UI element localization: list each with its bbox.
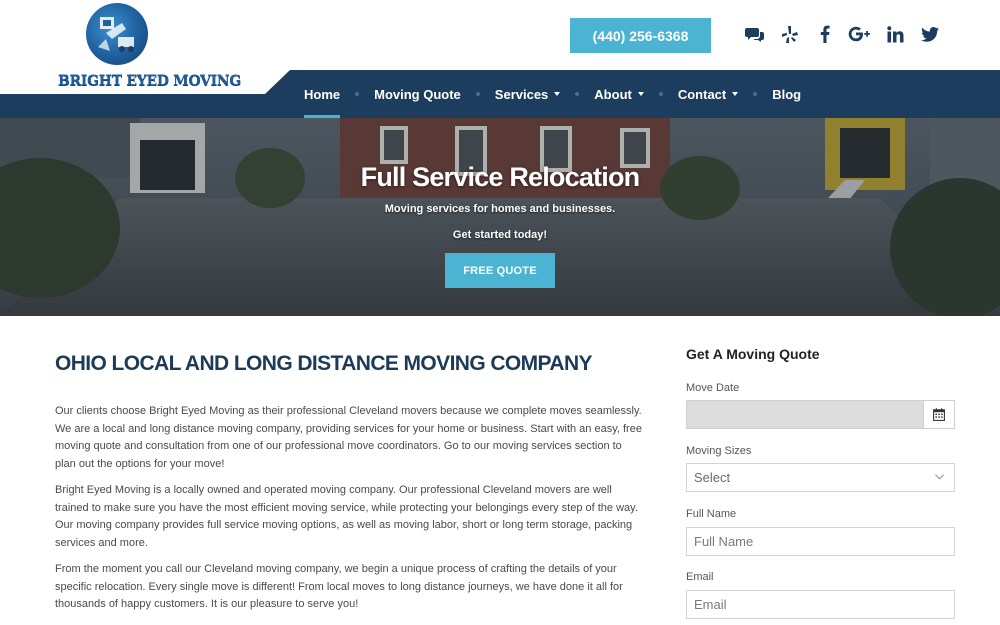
calendar-button[interactable] bbox=[923, 400, 955, 429]
nav-home[interactable]: Home bbox=[300, 70, 344, 118]
hero-title: Full Service Relocation bbox=[360, 162, 641, 192]
about-paragraph: Bright Eyed Moving is a locally owned an… bbox=[55, 484, 638, 550]
full-name-label: Full Name bbox=[686, 508, 737, 520]
hero-cta-text: Get started today! bbox=[452, 229, 548, 241]
moving-sizes-label: Moving Sizes bbox=[686, 445, 752, 457]
logo-emblem bbox=[86, 3, 148, 65]
caret-down-icon bbox=[554, 92, 561, 96]
moving-sizes-value: Select bbox=[694, 470, 731, 485]
nav-services[interactable]: Services bbox=[491, 70, 565, 118]
nav-contact[interactable]: Contact bbox=[674, 70, 742, 118]
page-title: OHIO LOCAL AND LONG DISTANCE MOVING COMP… bbox=[55, 352, 593, 375]
facebook-icon[interactable] bbox=[817, 22, 833, 46]
process-paragraph: From the moment you call our Cleveland m… bbox=[55, 563, 623, 611]
linkedin-icon[interactable] bbox=[885, 22, 905, 46]
chevron-down-icon bbox=[935, 474, 944, 480]
nav-about[interactable]: About bbox=[590, 70, 648, 118]
site-header: BRIGHT EYED MOVING (440) 256-6368 Home M… bbox=[0, 0, 1000, 118]
google-plus-icon[interactable] bbox=[847, 22, 873, 46]
move-date-label: Move Date bbox=[686, 382, 740, 394]
email-label: Email bbox=[686, 571, 714, 583]
yelp-icon[interactable] bbox=[780, 22, 800, 46]
twitter-icon[interactable] bbox=[920, 22, 940, 46]
phone-button[interactable]: (440) 256-6368 bbox=[570, 18, 711, 53]
caret-down-icon bbox=[637, 92, 644, 96]
nav-moving-quote[interactable]: Moving Quote bbox=[370, 70, 465, 118]
nav-separator bbox=[355, 92, 360, 96]
hero-subtitle: Moving services for homes and businesses… bbox=[384, 203, 616, 215]
intro-paragraph: Our clients choose Bright Eyed Moving as… bbox=[55, 405, 642, 471]
nav-separator bbox=[658, 92, 663, 96]
moving-sizes-select[interactable]: Select bbox=[686, 463, 955, 492]
nav-blog[interactable]: Blog bbox=[768, 70, 805, 118]
email-input[interactable] bbox=[686, 590, 955, 619]
caret-down-icon bbox=[732, 92, 739, 96]
calendar-icon bbox=[933, 408, 945, 421]
nav-separator bbox=[475, 92, 480, 96]
nav-separator bbox=[575, 92, 580, 96]
quote-form-title: Get A Moving Quote bbox=[686, 346, 820, 362]
main-nav: Home Moving Quote Services About Contact… bbox=[0, 70, 1000, 118]
chat-icon[interactable] bbox=[744, 22, 766, 46]
move-date-field[interactable] bbox=[686, 400, 924, 429]
nav-separator bbox=[753, 92, 758, 96]
full-name-input[interactable] bbox=[686, 527, 955, 556]
hero-banner: Full Service Relocation Moving services … bbox=[0, 118, 1000, 316]
free-quote-button[interactable]: FREE QUOTE bbox=[445, 253, 555, 288]
